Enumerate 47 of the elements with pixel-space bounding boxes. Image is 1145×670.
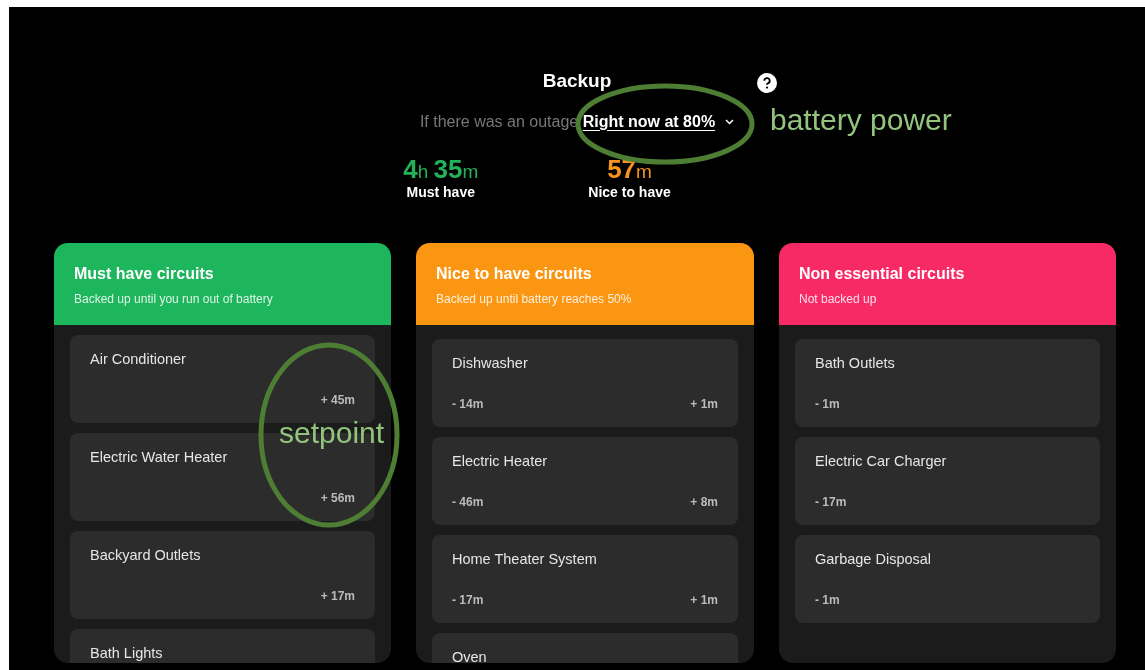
circuit-name: Electric Car Charger (815, 451, 948, 471)
group-title: Must have circuits (74, 263, 215, 284)
runtime-increase: + 1m (690, 591, 718, 609)
runtime-decrease: - 1m (815, 591, 840, 609)
runtime-value: 57m (606, 155, 653, 182)
circuit-card[interactable]: Electric Car Charger - 17m (795, 436, 1100, 525)
circuit-name: Oven (452, 647, 488, 663)
chevron-down-icon (725, 118, 735, 125)
runtime-increase: + 45m (320, 391, 355, 409)
circuit-card[interactable]: Bath Outlets - 1m (795, 338, 1100, 427)
runtime-decrease: - 14m (452, 395, 484, 413)
circuit-card[interactable]: Dishwasher - 14m + 1m (432, 338, 738, 427)
page-title: Backup (542, 69, 612, 93)
outage-label: If there was an outage (419, 111, 580, 132)
group-subtitle: Backed up until battery reaches 50% (436, 290, 633, 308)
annotation-label: battery power (770, 105, 952, 135)
runtime-decrease: - 17m (815, 493, 847, 511)
runtime-increase: + 1m (690, 395, 718, 413)
runtime-decrease: - 46m (452, 493, 484, 511)
circuit-card[interactable]: Electric Heater - 46m + 8m (432, 436, 738, 525)
runtime-increase: + 56m (320, 489, 355, 507)
runtime-increase: + 8m (690, 493, 718, 511)
circuit-name: Bath Outlets (815, 353, 896, 373)
circuit-name: Electric Water Heater (90, 447, 229, 467)
runtime-label: Nice to have (588, 182, 671, 202)
group-subtitle: Backed up until you run out of battery (74, 290, 274, 308)
runtime-decrease: - 17m (452, 591, 484, 609)
circuit-name: Electric Heater (452, 451, 549, 471)
help-icon[interactable] (757, 73, 777, 93)
circuit-name: Air Conditioner (90, 349, 187, 369)
circuit-card[interactable]: Bath Lights (70, 628, 375, 663)
circuit-name: Bath Lights (90, 643, 164, 663)
circuit-name: Backyard Outlets (90, 545, 202, 565)
group-title: Non essential circuits (799, 263, 966, 284)
runtime-increase: + 17m (320, 587, 355, 605)
runtime-value: 4h 35m (403, 155, 479, 182)
circuit-card[interactable]: Garbage Disposal - 1m (795, 534, 1100, 623)
group-subtitle: Not backed up (799, 290, 878, 308)
circuit-name: Dishwasher (452, 353, 529, 373)
runtime-decrease: - 1m (815, 395, 840, 413)
circuit-card[interactable]: Backyard Outlets + 17m (70, 530, 375, 619)
runtime-label: Must have (405, 182, 476, 202)
circuit-name: Garbage Disposal (815, 549, 933, 569)
group-title: Nice to have circuits (436, 263, 593, 284)
circuit-name: Home Theater System (452, 549, 598, 569)
circuit-card[interactable]: Home Theater System - 17m + 1m (432, 534, 738, 623)
circuit-card[interactable]: Oven (432, 632, 738, 663)
